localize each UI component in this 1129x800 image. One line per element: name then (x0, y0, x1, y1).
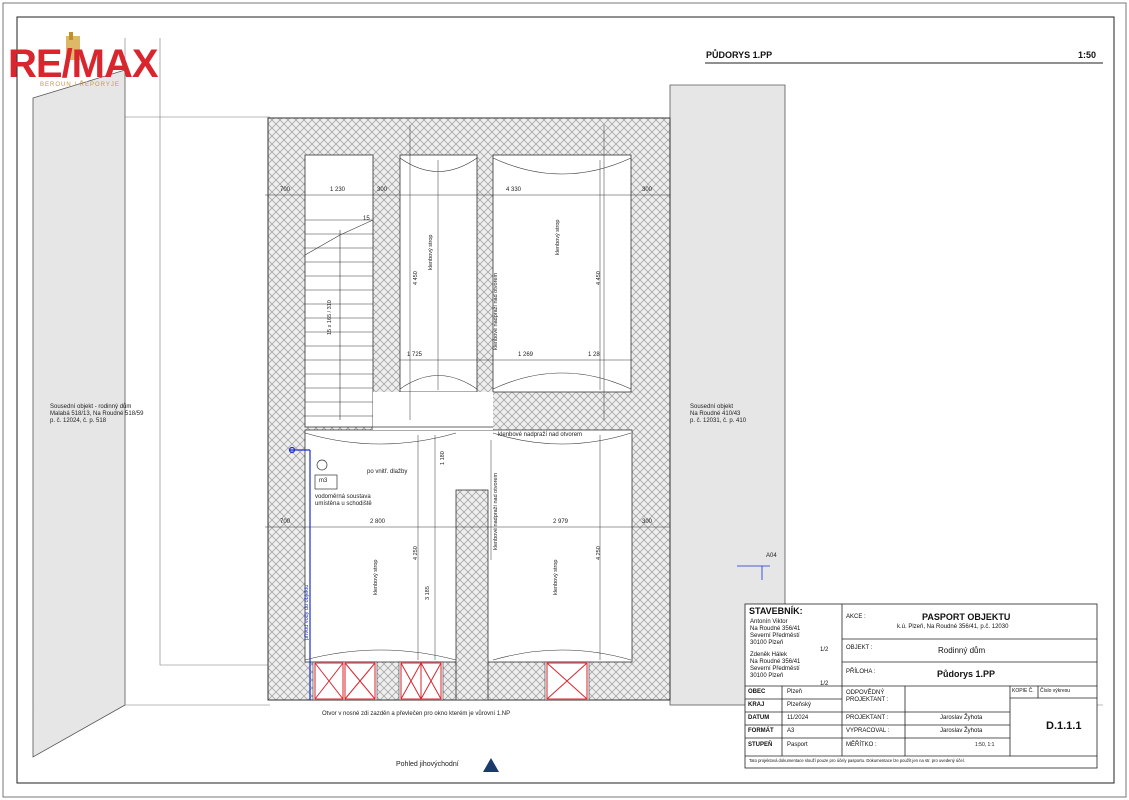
projektant-value: Jaroslav Žyhota (940, 715, 983, 721)
datum-label: DATUM (748, 715, 770, 721)
vypracoval-label: VYPRACOVAL : (846, 728, 890, 734)
neighbor-right-label: Sousední objekt Na Roudné 410/43 p. č. 120… (690, 404, 747, 425)
title-block-footer: Tato projektová dokumentace slouží pouze… (749, 758, 965, 763)
dim-bottom-1: 700 (280, 519, 291, 525)
objekt-value: Rodinný dům (938, 646, 986, 655)
neighbor-left-label: Sousední objekt - rodinný dům Malabá 518/… (50, 404, 144, 425)
building-walls (267, 117, 671, 701)
logo-tagline: BEROUN / ŘEPORYJE (40, 82, 120, 88)
investor-1: Antonín Viktor Na Roudné 356/41 Severní Př… (750, 619, 801, 646)
floor-note: po vnitř. dlažby (367, 469, 408, 475)
dim-bottom-4: 300 (642, 519, 653, 525)
stupen-value: Pasport (787, 742, 808, 748)
format-label: FORMÁT (748, 728, 774, 734)
akce-label: AKCE : (846, 614, 866, 620)
opening-label-2: klenbové nadpraží nad otvorem (493, 472, 499, 550)
opening-label-1: klenbové nadpraží nad otvorem (493, 272, 499, 350)
cislo-label: Číslo výkresu (1040, 688, 1071, 694)
meritko-value: 1:50, 1:1 (975, 742, 995, 748)
dim-top-1: 700 (280, 187, 291, 193)
dim-vert-1: 4 450 (413, 271, 419, 285)
remax-logo: RE/MAX BEROUN / ŘEPORYJE (8, 30, 186, 96)
drawing-scale: 1:50 (1078, 50, 1097, 60)
objekt-label: OBJEKT : (846, 645, 873, 651)
ceiling-label-2: klenbový strop (555, 219, 561, 255)
bottom-note: Otvor v nosné zdi zazděn a převlečen pro… (322, 711, 511, 717)
water-note: vodoměrná soustava umístěna u schodiště (315, 494, 372, 508)
dim-vert-5: 3 185 (425, 586, 431, 600)
view-label: Pohled jihovýchodní (396, 761, 459, 768)
ceiling-label-3: klenbový strop (373, 559, 379, 595)
priloha-label: PŘÍLOHA : (846, 669, 876, 675)
dim-top-5: 300 (642, 187, 653, 193)
investor-1-share: 1/2 (820, 647, 829, 653)
kopie-label: KOPIE Č. (1012, 688, 1034, 694)
stair-note: 15 x 165 / 310 (327, 300, 333, 335)
dim-mid-3: 1 28 (588, 352, 600, 358)
logo-brand: RE/MAX (8, 42, 159, 86)
investor-label: STAVEBNÍK: (749, 606, 803, 616)
dim-top-4: 4 330 (506, 187, 522, 193)
ceiling-label-4: klenbový strop (553, 559, 559, 595)
dim-top-3: 300 (377, 187, 388, 193)
dim-mid-2: 1 269 (518, 352, 534, 358)
opening-label-3: klenbové nadpraží nad otvorem (498, 432, 583, 438)
stupen-label: STUPEŇ (748, 742, 773, 748)
neighbor-left (32, 38, 270, 758)
meter-label: m3 (319, 478, 328, 484)
datum-value: 11/2024 (787, 715, 809, 721)
drawing-title: PŮDORYS 1.PP (706, 50, 773, 60)
dim-bottom-2: 2 800 (370, 519, 386, 525)
view-arrow-icon (483, 758, 499, 772)
drawing-number: D.1.1.1 (1046, 720, 1082, 732)
dim-vert-4: 4 250 (596, 546, 602, 560)
format-value: A3 (787, 728, 795, 734)
floor-plan-drawing (2, 2, 1127, 798)
ceiling-label-1: klenbový strop (428, 234, 434, 270)
dim-bottom-3: 2 979 (553, 519, 569, 525)
dim-top-2: 1 230 (330, 187, 346, 193)
dim-vert-6: 1 180 (440, 451, 446, 465)
dim-vert-2: 4 450 (596, 271, 602, 285)
akce-title: PASPORT OBJEKTU (922, 612, 1011, 622)
obec-label: OBEC (748, 689, 766, 695)
kraj-label: KRAJ (748, 702, 765, 708)
akce-sub: k.ú. Plzeň, Na Roudné 356/41, p.č. 12030 (897, 624, 1009, 630)
vypracoval-value: Jaroslav Žyhota (940, 728, 983, 734)
kraj-value: Plzeňský (787, 702, 812, 708)
priloha-value: Půdorys 1.PP (937, 669, 996, 679)
dim-mid-1: 1 725 (407, 352, 423, 358)
stair-count: 15 (363, 216, 370, 222)
investor-2-share: 1/2 (820, 681, 829, 687)
obec-value: Plzeň (787, 689, 803, 695)
odpovedny-label: ODPOVĚDNÝ PROJEKTANT : (846, 690, 889, 703)
meritko-label: MĚŘÍTKO : (846, 742, 877, 748)
dim-vert-3: 4 250 (413, 546, 419, 560)
section-marker-label: A04 (766, 553, 777, 559)
water-pipe-label: přívod vody do objektu (304, 584, 310, 640)
investor-2: Zdeněk Hálek Na Roudné 356/41 Severní Před… (750, 652, 801, 679)
projektant-label: PROJEKTANT : (846, 715, 889, 721)
